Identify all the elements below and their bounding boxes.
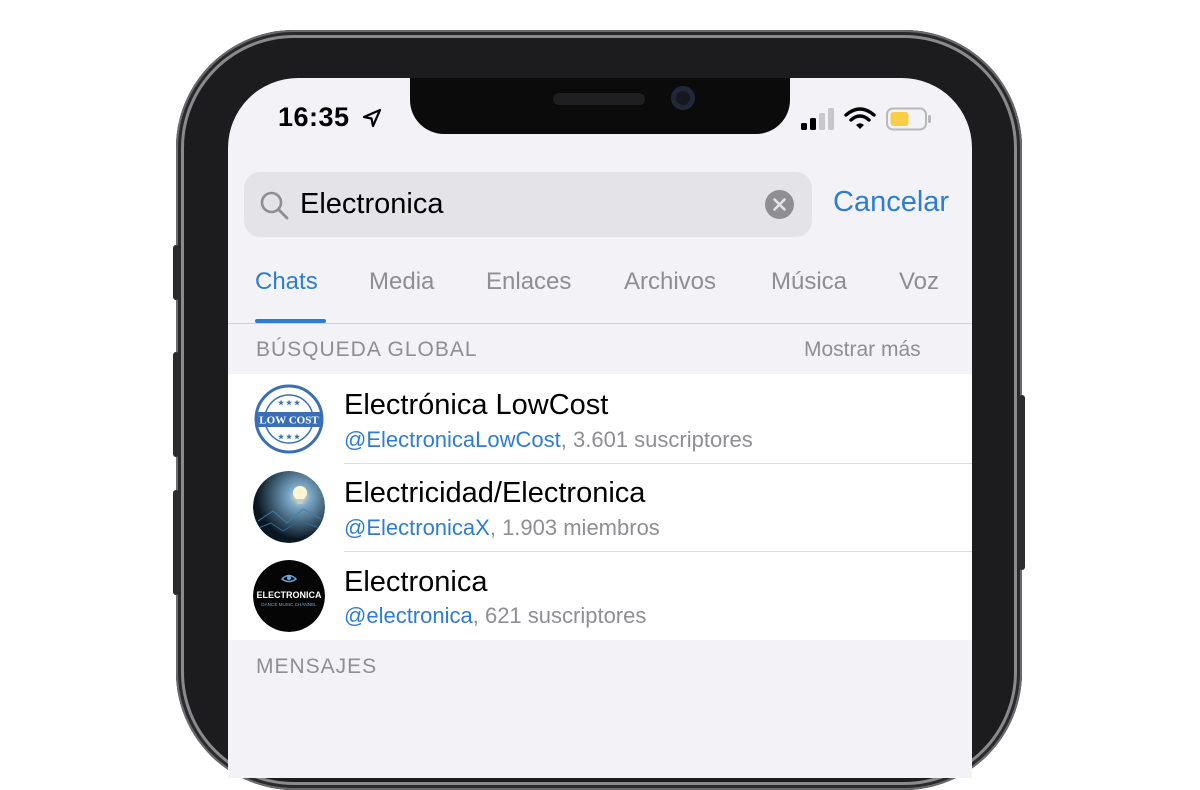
notch — [410, 78, 790, 134]
avatar: ELECTRONICA DANCE MUSIC CHANNEL — [253, 560, 325, 632]
result-meta: , 621 suscriptores — [472, 603, 647, 628]
tab-chats[interactable]: Chats — [255, 268, 318, 296]
result-meta: , 1.903 miembros — [489, 515, 660, 540]
low-cost-stamp-icon: LOW COST ★ ★ ★ ★ ★ ★ — [254, 384, 324, 454]
svg-text:ELECTRONICA: ELECTRONICA — [257, 590, 323, 600]
svg-text:★ ★ ★: ★ ★ ★ — [278, 433, 301, 441]
avatar: LOW COST ★ ★ ★ ★ ★ ★ — [253, 383, 325, 455]
result-subtitle: @ElectronicaLowCost, 3.601 suscriptores — [344, 427, 753, 453]
location-arrow-icon — [362, 108, 382, 128]
result-subtitle: @ElectronicaX, 1.903 miembros — [344, 515, 660, 541]
volume-down-button — [173, 490, 179, 595]
search-input[interactable] — [300, 184, 740, 224]
svg-text:★ ★ ★: ★ ★ ★ — [278, 399, 301, 407]
status-time: 16:35 — [278, 102, 350, 132]
electronica-logo-icon: ELECTRONICA DANCE MUSIC CHANNEL — [253, 560, 325, 632]
tabs-divider — [228, 323, 972, 324]
front-camera — [671, 86, 695, 110]
light-bulb-icon — [253, 471, 325, 543]
tab-media[interactable]: Media — [369, 268, 434, 296]
battery-icon — [886, 107, 931, 131]
global-search-header: BÚSQUEDA GLOBAL — [256, 338, 478, 361]
svg-text:DANCE MUSIC CHANNEL: DANCE MUSIC CHANNEL — [261, 602, 317, 607]
power-button — [1019, 395, 1025, 570]
search-icon — [260, 191, 289, 220]
mute-switch — [173, 245, 179, 300]
result-subtitle: @electronica, 621 suscriptores — [344, 603, 646, 629]
show-more-link[interactable]: Mostrar más — [804, 338, 921, 362]
tab-musica[interactable]: Música — [771, 268, 847, 296]
svg-text:LOW COST: LOW COST — [259, 415, 319, 427]
result-title: Electrónica LowCost — [344, 389, 609, 421]
result-handle[interactable]: @ElectronicaX — [344, 515, 490, 540]
signal-icon — [801, 108, 834, 130]
tab-archivos[interactable]: Archivos — [624, 268, 716, 296]
cancel-button[interactable]: Cancelar — [833, 186, 949, 219]
tab-voz[interactable]: Voz — [899, 268, 939, 296]
clear-icon[interactable] — [765, 190, 794, 219]
tab-enlaces[interactable]: Enlaces — [486, 268, 571, 296]
messages-header: MENSAJES — [256, 655, 378, 678]
avatar — [253, 471, 325, 543]
result-handle[interactable]: @ElectronicaLowCost — [344, 427, 561, 452]
wifi-icon — [844, 107, 876, 129]
result-meta: , 3.601 suscriptores — [560, 427, 753, 452]
result-title: Electricidad/Electronica — [344, 477, 646, 509]
volume-up-button — [173, 352, 179, 457]
earpiece-speaker — [553, 93, 645, 105]
result-title: Electronica — [344, 566, 488, 598]
result-handle[interactable]: @electronica — [344, 603, 473, 628]
